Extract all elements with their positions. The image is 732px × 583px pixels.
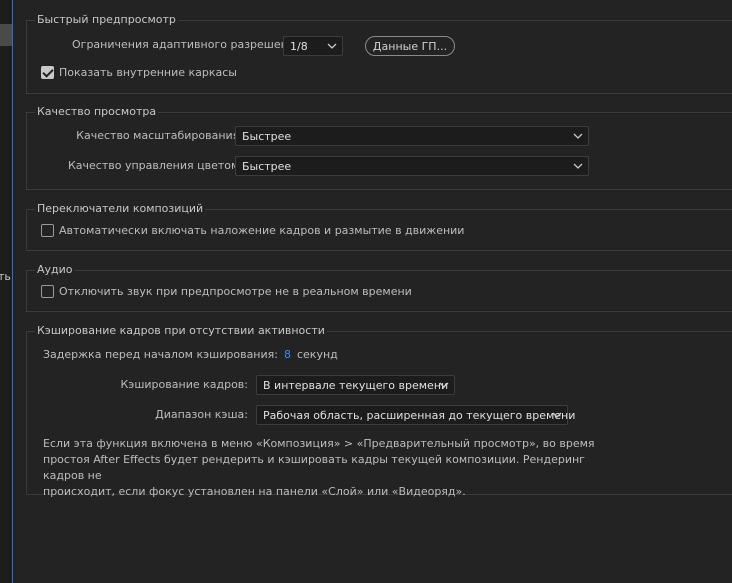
cache-delay-unit: секунд [296,348,338,361]
cache-idle-title: Кэширование кадров при отсутствии активн… [35,324,327,337]
sidebar-item-label[interactable]: ть [0,270,11,283]
comp-switches-title: Переключатели композиций [35,202,206,215]
cache-note-line: Если эта функция включена в меню «Композ… [43,437,595,450]
cache-delay-label: Задержка перед началом кэширования: [43,348,278,361]
cache-range-select[interactable]: Рабочая область, расширенная до текущего… [256,405,575,425]
cache-frames-value: В интервале текущего времени [263,378,449,392]
color-quality-value: Быстрее [242,159,292,173]
show-wireframes-label: Показать внутренние каркасы [59,66,237,79]
gpu-info-button[interactable]: Данные ГП... [365,36,455,56]
cache-delay-row: Задержка перед началом кэширования: 8 се… [43,348,338,361]
preferences-preview-panel: ть Быстрый предпросмотр Ограничения адап… [0,0,732,583]
zoom-quality-select[interactable]: Быстрее [235,126,589,146]
show-wireframes-checkbox[interactable] [41,66,54,79]
cache-frames-row: Кэширование кадров: [67,378,249,391]
audio-title: Аудио [35,263,75,276]
show-wireframes-row[interactable]: Показать внутренние каркасы [41,66,237,79]
cache-frames-label: Кэширование кадров: [120,378,249,391]
cache-delay-value[interactable]: 8 [284,348,291,361]
zoom-quality-label: Качество масштабирования: [76,129,243,142]
mute-row[interactable]: Отключить звук при предпросмотре не в ре… [41,285,412,298]
cache-range-row: Диапазон кэша: [67,408,248,421]
auto-enable-label: Автоматически включать наложение кадров … [59,224,465,237]
chevron-down-icon [439,382,449,388]
zoom-quality-row: Качество масштабирования: [67,129,243,142]
adaptive-resolution-value: 1/8 [290,39,308,53]
adaptive-resolution-label: Ограничения адаптивного разрешения: [72,38,306,51]
auto-enable-checkbox[interactable] [41,224,54,237]
chevron-down-icon [573,133,583,139]
audio-group: Аудио Отключить звук при предпросмотре н… [26,263,732,312]
quick-preview-title: Быстрый предпросмотр [35,13,178,26]
cache-note-line: простоя After Effects будет рендерить и … [43,453,585,482]
cache-frames-select[interactable]: В интервале текущего времени [256,375,455,395]
color-quality-select[interactable]: Быстрее [235,156,589,176]
zoom-quality-value: Быстрее [242,129,292,143]
sidebar: ть [0,0,13,583]
chevron-down-icon [573,163,583,169]
cache-range-label: Диапазон кэша: [155,408,248,421]
adaptive-resolution-select[interactable]: 1/8 [283,36,343,56]
cache-note-line: происходит, если фокус установлен на пан… [43,485,466,498]
viewer-quality-title: Качество просмотра [35,105,159,118]
color-quality-label: Качество управления цветом: [67,159,243,172]
cache-note: Если эта функция включена в меню «Композ… [43,436,603,500]
chevron-down-icon [552,412,562,418]
sidebar-selected-item[interactable] [0,24,12,46]
cache-idle-group: Кэширование кадров при отсутствии активн… [26,324,732,498]
cache-range-value: Рабочая область, расширенная до текущего… [263,408,576,422]
comp-switches-group: Переключатели композиций Автоматически в… [26,202,732,251]
mute-label: Отключить звук при предпросмотре не в ре… [59,285,412,298]
adaptive-resolution-row: Ограничения адаптивного разрешения: [72,38,305,51]
color-quality-row: Качество управления цветом: [67,159,243,172]
viewer-quality-group: Качество просмотра Качество масштабирова… [26,105,732,190]
chevron-down-icon [327,43,337,49]
quick-preview-group: Быстрый предпросмотр Ограничения адаптив… [26,13,732,94]
mute-checkbox[interactable] [41,285,54,298]
preferences-content: Быстрый предпросмотр Ограничения адаптив… [13,0,732,583]
auto-enable-row[interactable]: Автоматически включать наложение кадров … [41,224,464,237]
